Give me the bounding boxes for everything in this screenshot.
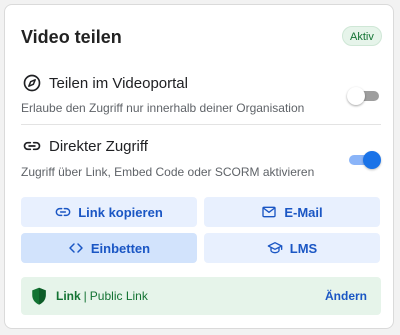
email-button[interactable]: E-Mail [204, 197, 380, 227]
section-divider [21, 124, 381, 125]
code-icon [69, 243, 83, 253]
videoportal-share-toggle[interactable] [347, 86, 381, 106]
shield-icon [32, 287, 46, 305]
link-status-separator: | [83, 289, 87, 303]
graduation-cap-icon [267, 242, 283, 254]
link-status-label: Link [56, 289, 81, 303]
videoportal-share-description: Erlaube den Zugriff nur innerhalb deiner… [21, 101, 305, 115]
change-link-button[interactable]: Ändern [325, 289, 367, 303]
lms-button[interactable]: LMS [204, 233, 380, 263]
mail-icon [262, 206, 277, 218]
toggle-knob [363, 151, 381, 169]
share-video-card: Video teilen Aktiv Teilen im Videoportal… [4, 4, 394, 329]
link-status-value: Public Link [89, 289, 148, 303]
status-badge: Aktiv [342, 26, 382, 46]
link-status-text: Link | Public Link [56, 289, 148, 303]
email-label: E-Mail [284, 204, 323, 220]
embed-label: Einbetten [90, 240, 151, 256]
link-status-bar: Link | Public Link Ändern [21, 277, 381, 315]
copy-link-button[interactable]: Link kopieren [21, 197, 197, 227]
direct-access-title: Direkter Zugriff [49, 138, 148, 155]
direct-access-description: Zugriff über Link, Embed Code oder SCORM… [21, 165, 315, 179]
link-icon [23, 141, 41, 151]
compass-icon [23, 74, 41, 92]
toggle-knob [347, 87, 365, 105]
embed-button[interactable]: Einbetten [21, 233, 197, 263]
link-icon [55, 207, 71, 217]
copy-link-label: Link kopieren [78, 204, 163, 220]
videoportal-share-title: Teilen im Videoportal [49, 75, 188, 92]
direct-access-toggle[interactable] [347, 150, 381, 170]
lms-label: LMS [289, 240, 318, 256]
card-title: Video teilen [21, 27, 122, 47]
